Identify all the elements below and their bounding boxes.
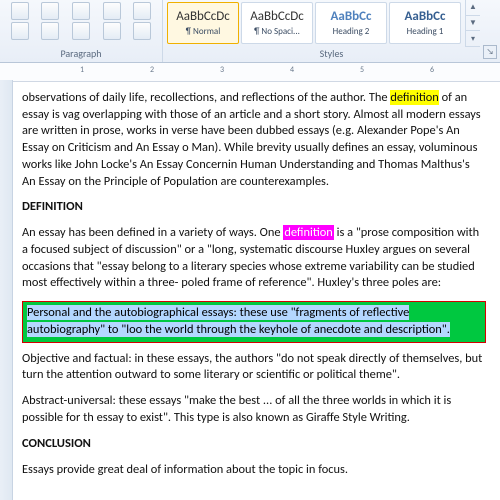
paragraph-group-label: Paragraph: [60, 47, 101, 60]
bullets-icon[interactable]: [11, 2, 29, 20]
styles-group-label: Styles: [163, 47, 500, 60]
styles-group: AaBbCcDc ¶ Normal AaBbCcDc ¶ No Spaci...…: [163, 0, 500, 62]
heading-definition[interactable]: DEFINITION: [22, 199, 486, 216]
style-heading2[interactable]: AaBbCc Heading 2: [315, 2, 387, 44]
style-normal[interactable]: AaBbCcDc ¶ Normal: [167, 2, 239, 44]
numbering-icon[interactable]: [41, 2, 59, 20]
body-text[interactable]: Essays provide great deal of information…: [22, 462, 486, 479]
style-scroll-up-icon[interactable]: ▲: [466, 0, 480, 16]
document-body[interactable]: observations of daily life, recollection…: [0, 82, 500, 500]
style-gallery: AaBbCcDc ¶ Normal AaBbCcDc ¶ No Spaci...…: [163, 0, 465, 47]
style-scroll-more-icon[interactable]: ▾: [466, 31, 480, 47]
indent-dec-icon[interactable]: [103, 2, 121, 20]
styles-dialog-launcher[interactable]: ↘: [483, 45, 497, 59]
body-text[interactable]: Abstract-universal: these essays "make t…: [22, 393, 486, 426]
heading-conclusion[interactable]: CONCLUSION: [22, 436, 486, 453]
style-heading1[interactable]: AaBbCc Heading 1: [389, 2, 461, 44]
vertical-ruler[interactable]: [0, 80, 13, 500]
style-scroll: ▲ ▼ ▾: [465, 0, 480, 47]
ribbon: Paragraph ↘ AaBbCcDc ¶ Normal AaBbCcDc ¶…: [0, 0, 500, 63]
horizontal-ruler[interactable]: 1 2 3 4 5 6: [0, 63, 500, 82]
highlight-green-box[interactable]: Personal and the autobiographical essays…: [22, 301, 486, 342]
style-no-spacing[interactable]: AaBbCcDc ¶ No Spaci...: [241, 2, 313, 44]
line-spacing-icon[interactable]: [103, 22, 121, 40]
align-left-icon[interactable]: [11, 22, 29, 40]
indent-inc-icon[interactable]: [133, 2, 151, 20]
align-center-icon[interactable]: [41, 22, 59, 40]
highlight-yellow: definition: [390, 90, 438, 105]
body-text[interactable]: observations of daily life, recollection…: [22, 90, 486, 190]
paragraph-group: Paragraph ↘: [0, 0, 163, 62]
multilevel-icon[interactable]: [72, 2, 90, 20]
highlight-magenta: definition: [283, 225, 333, 240]
style-scroll-down-icon[interactable]: ▼: [466, 16, 480, 32]
body-text[interactable]: Objective and factual: in these essays, …: [22, 351, 486, 384]
shading-icon[interactable]: [133, 22, 151, 40]
text-selection: Personal and the autobiographical essays…: [27, 305, 450, 337]
body-text[interactable]: An essay has been defined in a variety o…: [22, 225, 486, 292]
align-right-icon[interactable]: [72, 22, 90, 40]
